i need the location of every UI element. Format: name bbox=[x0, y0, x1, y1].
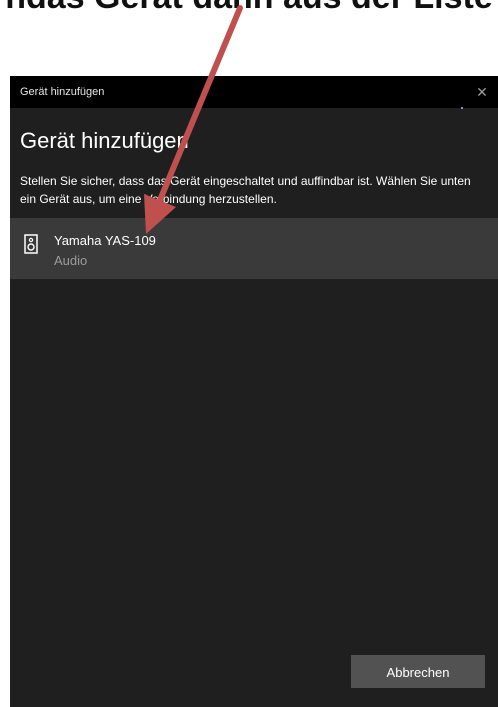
close-button[interactable]: ✕ bbox=[466, 76, 498, 108]
window-title: Gerät hinzufügen bbox=[20, 86, 105, 98]
device-type: Audio bbox=[54, 253, 88, 268]
add-device-window: Gerät hinzufügen ✕ Gerät hinzufügen Stel… bbox=[10, 76, 498, 707]
page-title: Gerät hinzufügen bbox=[20, 128, 189, 153]
device-list-item[interactable]: Yamaha YAS-109 Audio bbox=[10, 218, 498, 279]
close-icon: ✕ bbox=[476, 84, 488, 100]
tutorial-caption: ndas Gerät dann aus der Liste bbox=[0, 0, 498, 17]
screenshot-page: ndas Gerät dann aus der Liste Gerät hinz… bbox=[0, 0, 498, 707]
device-name: Yamaha YAS-109 bbox=[54, 233, 156, 248]
progress-indicator bbox=[461, 107, 463, 109]
speaker-icon bbox=[24, 234, 38, 254]
title-bar: Gerät hinzufügen ✕ bbox=[10, 76, 498, 108]
instructions-text: Stellen Sie sicher, dass das Gerät einge… bbox=[20, 174, 471, 206]
cancel-button[interactable]: Abbrechen bbox=[351, 655, 485, 688]
